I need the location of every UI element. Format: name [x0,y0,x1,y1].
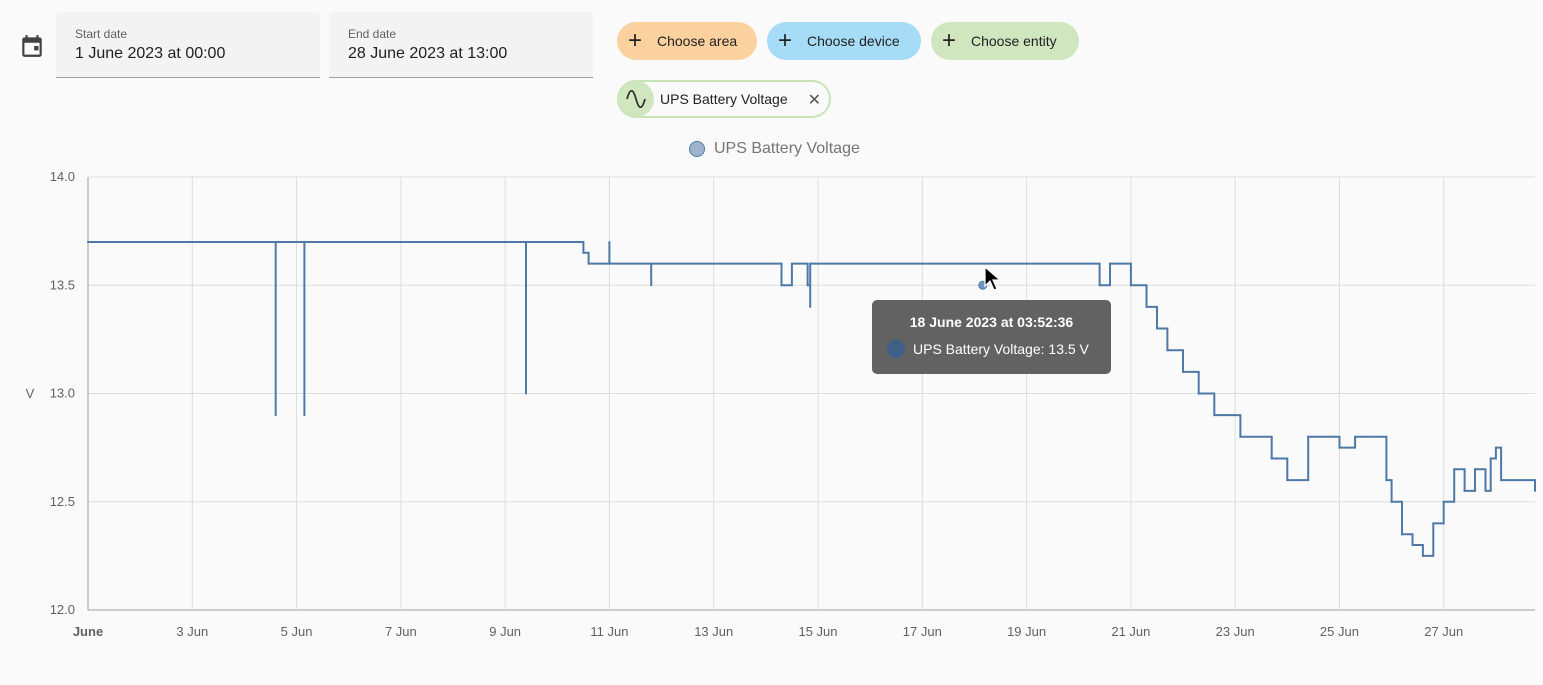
data-point [303,414,306,417]
data-point [806,284,809,287]
data-point [1432,522,1435,525]
data-point [1307,435,1310,438]
x-tick-label: 11 Jun [590,624,628,639]
series-line-ups-battery-voltage [88,241,1536,557]
data-point [650,262,653,265]
data-point [1124,262,1127,265]
data-point [87,241,89,243]
x-tick-label: 9 Jun [489,624,521,639]
data-point [1286,479,1289,482]
data-point [650,284,653,287]
y-tick-label: 14.0 [50,169,75,184]
data-point [1411,544,1414,546]
data-point [1328,435,1330,438]
data-point [1239,435,1242,438]
data-point [780,284,783,287]
data-point [764,262,767,265]
data-point [1474,468,1476,471]
data-point [525,241,527,243]
data-point [1255,435,1257,438]
data-point [1182,370,1184,373]
data-point [1229,414,1231,417]
data-point [1401,533,1403,536]
data-point [1338,446,1341,449]
data-point [587,262,590,265]
data-point [1463,489,1466,492]
x-tick-label: 27 Jun [1424,624,1463,639]
mouse-cursor-icon [984,266,1002,291]
data-point [303,241,306,243]
data-point [809,305,812,308]
data-point [973,262,976,265]
x-tick-label: 21 Jun [1111,624,1150,639]
data-point [545,241,548,243]
voltage-chart[interactable]: 12.0 12.5 13.0 13.5 14.0 June 3 Jun 5 Jun 7 Jun 9… [0,0,1543,685]
data-point [1500,479,1503,482]
data-point [809,262,812,265]
data-point [1453,468,1456,471]
x-tick-label: 3 Jun [176,624,208,639]
y-tick-label: 13.5 [50,277,75,292]
data-point [274,414,277,417]
x-tick-label: June [73,624,103,639]
tooltip-row: UPS Battery Voltage: 13.5 V [887,340,1089,358]
x-tick-label: 17 Jun [903,624,942,639]
tooltip-time: 18 June 2023 at 03:52:36 [909,314,1074,330]
data-point [1369,435,1372,438]
tooltip-value: UPS Battery Voltage: 13.5 V [913,341,1089,357]
data-point [1088,262,1091,265]
data-point [1270,457,1273,460]
data-point [1385,479,1388,482]
y-tick-label: 13.0 [50,386,75,401]
data-point [1129,284,1132,287]
x-tick-label: 5 Jun [281,624,313,639]
data-point [790,262,793,265]
tooltip-swatch [887,340,905,358]
data-point [274,241,277,243]
data-point [1354,435,1357,438]
y-tick-label: 12.0 [50,602,75,617]
data-point [1098,284,1101,287]
data-point [848,262,851,265]
data-point [1484,489,1487,492]
x-tick-label: 13 Jun [694,624,733,639]
data-point [582,251,585,254]
x-tick-label: 15 Jun [798,624,837,639]
data-point [1166,349,1169,352]
data-point [525,392,527,395]
data-point [1197,392,1200,395]
data-point [608,241,611,243]
x-tick-label: 19 Jun [1007,624,1046,639]
y-tick-label: 12.5 [50,494,75,509]
data-point [1145,305,1148,308]
data-point [608,262,611,265]
data-point [1213,414,1216,417]
x-tick-label: 23 Jun [1216,624,1255,639]
data-point [1534,489,1536,492]
data-point [1442,500,1445,503]
data-point [1390,500,1393,503]
data-point [1135,284,1138,287]
data-point [1421,554,1424,557]
data-point [1494,446,1497,449]
data-point [1489,457,1492,460]
y-axis-label: V [26,386,35,401]
data-point [1156,327,1158,330]
data-point [1109,262,1111,265]
data-point [811,262,814,265]
x-tick-label: 7 Jun [385,624,417,639]
x-tick-label: 25 Jun [1320,624,1359,639]
chart-tooltip: 18 June 2023 at 03:52:36 UPS Battery Vol… [872,300,1111,374]
